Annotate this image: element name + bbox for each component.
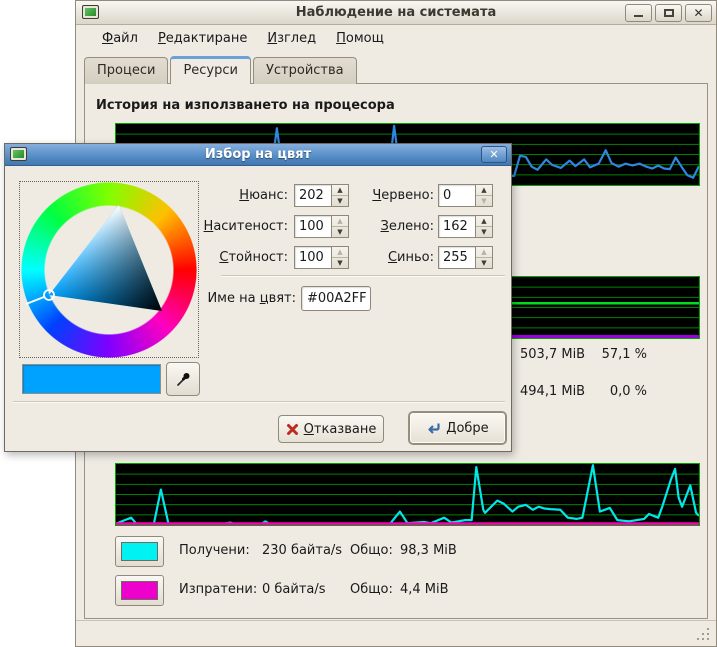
cancel-button[interactable]: Отказване <box>278 415 384 443</box>
swap-value: 494,1 MiB <box>520 384 600 399</box>
ok-button[interactable]: Добре <box>409 412 506 444</box>
memory-value: 503,7 MiB <box>520 347 600 362</box>
color-name-label: Име на цвят: <box>165 291 296 306</box>
sent-total: 4,4 MiB <box>400 582 449 597</box>
menu-help[interactable]: Помощ <box>326 28 394 49</box>
dialog-title: Избор на цвят <box>5 147 511 162</box>
sv-triangle[interactable] <box>20 182 200 359</box>
red-spin-up-icon[interactable]: ▲ <box>476 185 492 196</box>
color-preview-swatch <box>22 364 161 394</box>
blue-spin-down-icon[interactable]: ▼ <box>476 258 492 268</box>
red-label: Червено: <box>345 188 434 203</box>
color-name-row: Име на цвят: <box>5 291 513 314</box>
tabstrip: Процеси Ресурси Устройства <box>84 55 359 84</box>
eyedropper-icon <box>174 370 192 388</box>
red-row: Червено: 0 ▲▼ <box>5 184 513 207</box>
cancel-label: Отказване <box>304 422 377 437</box>
received-color-swatch <box>121 542 158 561</box>
sent-legend-row: Изпратени: 0 байта/s Общо: 4,4 MiB <box>115 575 675 607</box>
close-icon: ✕ <box>686 6 711 20</box>
tab-resources[interactable]: Ресурси <box>170 56 251 84</box>
minimize-icon <box>634 15 643 17</box>
swap-stat-row: 494,1 MiB 0,0 % <box>520 384 647 399</box>
menubar: Файл Редактиране Изглед Помощ <box>76 25 716 51</box>
sent-total-label: Общо: <box>350 582 393 597</box>
blue-spinner[interactable]: 255 ▲▼ <box>438 246 493 269</box>
red-input[interactable]: 0 <box>438 184 476 207</box>
sent-color-button[interactable] <box>115 575 164 606</box>
tab-processes[interactable]: Процеси <box>84 57 168 84</box>
sent-color-swatch <box>121 581 158 600</box>
resize-grip[interactable] <box>697 627 710 640</box>
memory-stat-row: 503,7 MiB 57,1 % <box>520 347 647 362</box>
window-title: Наблюдение на системата <box>76 5 716 20</box>
red-spin-down-icon[interactable]: ▼ <box>476 196 492 206</box>
blue-label: Синьо: <box>345 250 434 265</box>
received-total-label: Общо: <box>350 543 393 558</box>
green-spin-down-icon[interactable]: ▼ <box>476 227 492 237</box>
sent-label: Изпратени: <box>179 582 257 597</box>
cpu-history-heading: История на използването на процесора <box>96 98 395 113</box>
ok-enter-icon <box>426 421 441 435</box>
maximize-icon <box>664 9 674 17</box>
received-rate: 230 байта/s <box>262 543 342 558</box>
received-legend-row: Получени: 230 байта/s Общо: 98,3 MiB <box>115 536 675 568</box>
dialog-titlebar[interactable]: Избор на цвят ✕ <box>5 144 511 166</box>
red-spinner[interactable]: 0 ▲▼ <box>438 184 493 207</box>
eyedropper-button[interactable] <box>166 362 200 396</box>
buttons-separator <box>13 401 505 403</box>
ok-label: Добре <box>446 421 488 436</box>
menu-file[interactable]: Файл <box>92 28 148 49</box>
received-label: Получени: <box>179 543 250 558</box>
dialog-close-button[interactable]: ✕ <box>481 146 507 163</box>
sent-rate: 0 байта/s <box>262 582 326 597</box>
memory-percent: 57,1 % <box>600 347 647 362</box>
color-picker-dialog: Избор на цвят ✕ <box>4 143 512 452</box>
green-spin-up-icon[interactable]: ▲ <box>476 216 492 227</box>
hsv-name-separator <box>221 275 505 277</box>
main-titlebar[interactable]: Наблюдение на системата ✕ <box>76 1 716 25</box>
blue-spin-up-icon[interactable]: ▲ <box>476 247 492 258</box>
tab-devices[interactable]: Устройства <box>253 57 357 84</box>
blue-input[interactable]: 255 <box>438 246 476 269</box>
swap-percent: 0,0 % <box>600 384 647 399</box>
color-wheel-box[interactable] <box>19 181 199 358</box>
desktop: { "desktop": { "bg": "#ffffff" }, "main_… <box>0 0 717 647</box>
green-input[interactable]: 162 <box>438 215 476 238</box>
received-total: 98,3 MiB <box>400 543 457 558</box>
green-spinner[interactable]: 162 ▲▼ <box>438 215 493 238</box>
maximize-button[interactable] <box>655 4 682 22</box>
statusbar <box>76 620 716 646</box>
close-button[interactable]: ✕ <box>685 4 712 22</box>
green-label: Зелено: <box>345 219 434 234</box>
menu-edit[interactable]: Редактиране <box>148 28 257 49</box>
dialog-close-icon: ✕ <box>489 148 498 161</box>
color-name-input[interactable]: #00A2FF <box>301 286 371 311</box>
network-history-chart <box>115 463 700 526</box>
menu-view[interactable]: Изглед <box>257 28 326 49</box>
minimize-button[interactable] <box>625 4 652 22</box>
cancel-x-icon <box>286 423 299 436</box>
blue-row: Синьо: 255 ▲▼ <box>5 246 513 269</box>
received-color-button[interactable] <box>115 536 164 567</box>
green-row: Зелено: 162 ▲▼ <box>5 215 513 238</box>
